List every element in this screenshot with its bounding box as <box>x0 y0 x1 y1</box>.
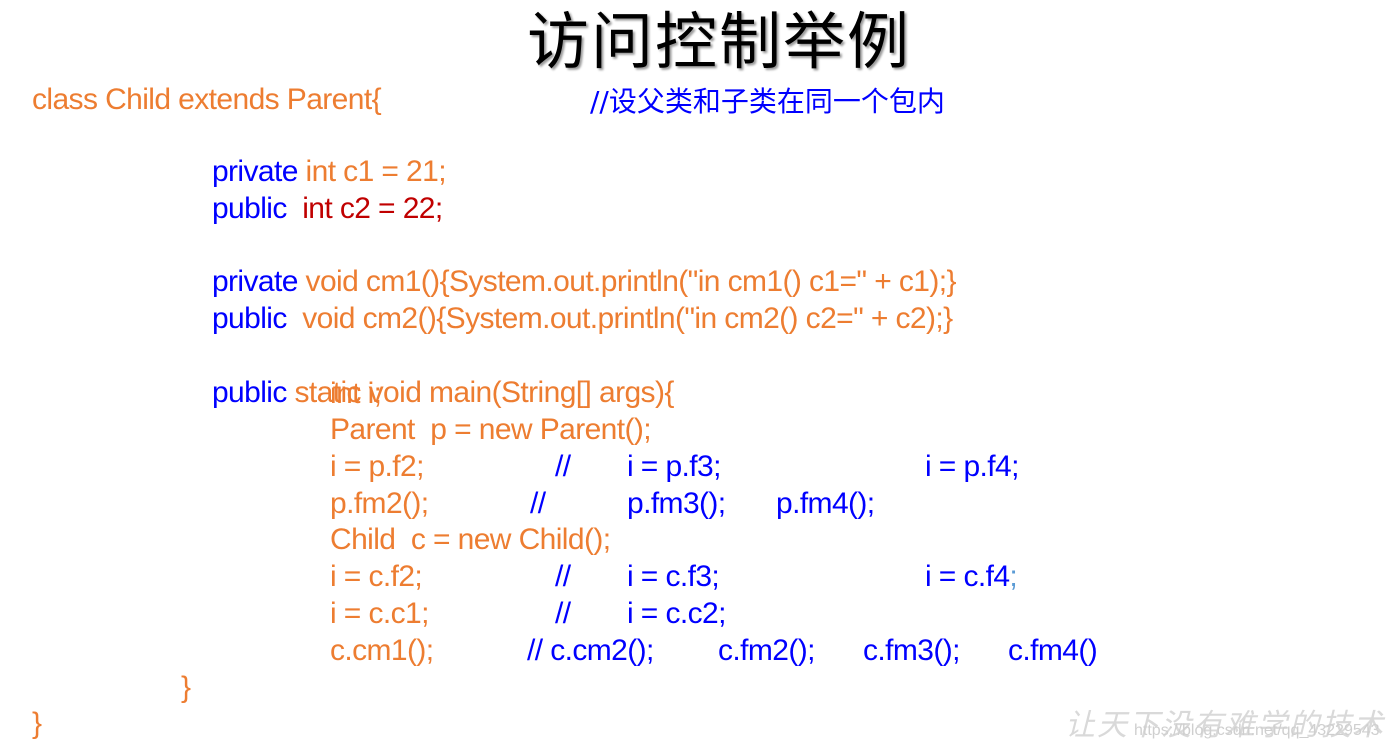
comment-marker: // <box>555 560 571 593</box>
call-p-fm4: p.fm4(); <box>776 487 875 520</box>
access-p-f3: i = p.f3; <box>627 450 721 483</box>
access-c-f4-expr: i = c.f4 <box>925 560 1010 593</box>
access-c-f3: i = c.f3; <box>627 560 720 593</box>
call-c-cm1: c.cm1(); <box>330 634 434 667</box>
modifier-public: public <box>211 376 287 409</box>
semicolon: ; <box>1009 560 1018 593</box>
access-c-c1: i = c.c1; <box>330 597 429 630</box>
access-c-f4: i = c.f4; <box>925 559 1018 595</box>
watermark-url: https://blog.csdn.net/qq_43229543 <box>1134 722 1380 739</box>
new-parent: Parent p = new Parent(); <box>330 413 652 446</box>
class-declaration: class Child extends Parent{ <box>32 83 382 116</box>
modifier-public: public <box>211 192 287 225</box>
comment-marker: // <box>555 597 571 630</box>
field-c2-decl: int c2 = 22; <box>286 192 443 225</box>
close-class-brace: } <box>32 707 42 740</box>
call-c-cm2-commented: // c.cm2(); <box>527 634 654 667</box>
call-p-fm3: p.fm3(); <box>627 487 726 520</box>
close-main-brace: } <box>181 671 191 704</box>
comment-marker: // <box>555 450 571 483</box>
method-cm2-body: void cm2(){System.out.println("in cm2() … <box>286 302 953 335</box>
package-comment: //设父类和子类在同一个包内 <box>590 85 945 118</box>
declare-i: int i; <box>330 377 382 410</box>
call-c-fm2: c.fm2(); <box>718 634 815 667</box>
access-p-f2: i = p.f2; <box>330 450 424 483</box>
access-p-f4: i = p.f4; <box>925 450 1019 483</box>
modifier-public: public <box>211 302 287 335</box>
call-p-fm2: p.fm2(); <box>330 487 429 520</box>
access-c-f2: i = c.f2; <box>330 560 423 593</box>
call-c-fm3: c.fm3(); <box>863 634 960 667</box>
comment-marker: // <box>530 487 546 520</box>
slide-title: 访问控制举例 <box>526 5 911 78</box>
call-c-fm4: c.fm4() <box>1008 634 1098 667</box>
new-child: Child c = new Child(); <box>330 523 611 556</box>
access-c-c2: i = c.c2; <box>627 597 726 630</box>
